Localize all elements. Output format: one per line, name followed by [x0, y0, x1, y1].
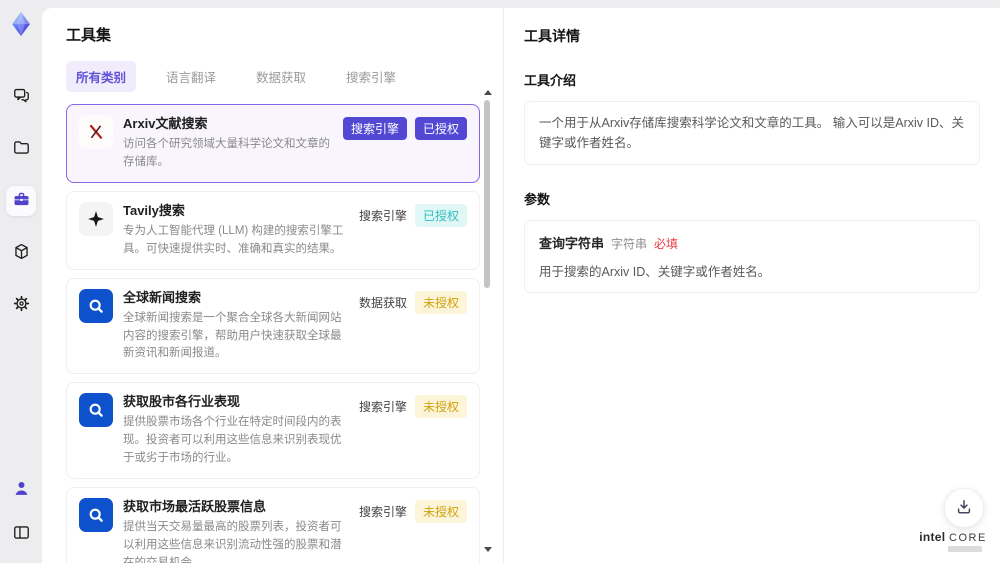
category-tag: 搜索引擎: [358, 400, 407, 415]
tool-desc: 专为人工智能代理 (LLM) 构建的搜索引擎工具。可快速提供实时、准确和真实的结…: [123, 225, 344, 255]
tool-card-stock-sectors[interactable]: 获取股市各行业表现 提供股票市场各个行业在特定时间段内的表现。投资者可以利用这些…: [66, 382, 480, 479]
tool-desc: 提供当天交易量最高的股票列表，投资者可以利用这些信息来识别流动性强的股票和潜在的…: [123, 521, 342, 563]
status-badge: 未授权: [414, 290, 467, 314]
left-rail: [0, 0, 42, 563]
tool-details-panel: 工具详情 工具介绍 一个用于从Arxiv存储库搜索科学论文和文章的工具。 输入可…: [503, 8, 1000, 563]
intel-core-sub-badge: [948, 546, 982, 552]
download-icon: [954, 497, 974, 520]
core-wordmark: core: [949, 532, 987, 544]
tool-details-title: 工具详情: [524, 28, 580, 44]
scrollbar-thumb[interactable]: [484, 100, 490, 288]
sidebar-item-profile[interactable]: [6, 475, 36, 505]
app-logo-icon: [7, 10, 35, 38]
status-badge: 已授权: [414, 203, 467, 227]
user-icon: [12, 479, 31, 501]
folder-icon: [12, 138, 31, 160]
tavily-star-icon: [79, 201, 113, 236]
status-badge: 未授权: [414, 499, 467, 523]
toolbox-icon: [12, 190, 31, 212]
tool-name: 全球新闻搜索: [123, 289, 202, 305]
news-search-icon: [79, 288, 113, 323]
page-title: 工具集: [66, 27, 112, 44]
tool-desc: 提供股票市场各个行业在特定时间段内的表现。投资者可以利用这些信息来识别表现优于或…: [123, 416, 342, 465]
intro-text: 一个用于从Arxiv存储库搜索科学论文和文章的工具。 输入可以是Arxiv ID…: [524, 101, 980, 165]
gear-icon: [12, 294, 31, 316]
category-tag: 数据获取: [358, 295, 407, 310]
download-button[interactable]: [944, 488, 984, 528]
tool-list: Arxiv文献搜索 访问各个研究领域大量科学论文和文章的存储库。 搜索引擎 已授…: [66, 104, 480, 563]
sidebar-item-packages[interactable]: [6, 238, 36, 268]
scroll-up-arrow[interactable]: [484, 90, 492, 95]
list-scrollbar[interactable]: [483, 90, 492, 552]
intel-wordmark: intel: [919, 530, 946, 544]
param-name: 查询字符串: [539, 236, 605, 251]
intel-core-logo: intel core: [918, 530, 988, 552]
tool-name: 获取市场最活跃股票信息: [123, 498, 267, 514]
status-badge: 未授权: [414, 395, 467, 419]
content-card: 工具集 所有类别 语言翻译 数据获取 搜索引擎 Arxiv文献搜索 访问各个研究…: [42, 8, 1000, 563]
param-type: 字符串: [611, 237, 648, 251]
tab-data-fetching[interactable]: 数据获取: [246, 61, 316, 92]
params-section-title: 参数: [524, 192, 551, 207]
tab-language-translation[interactable]: 语言翻译: [156, 61, 226, 92]
tool-name: 获取股市各行业表现: [123, 394, 241, 410]
intro-section-title: 工具介绍: [524, 73, 577, 88]
panel-toggle-icon: [12, 523, 31, 545]
tool-list-panel: 工具集 所有类别 语言翻译 数据获取 搜索引擎 Arxiv文献搜索 访问各个研究…: [42, 8, 503, 563]
tool-card-active-stocks[interactable]: 获取市场最活跃股票信息 提供当天交易量最高的股票列表，投资者可以利用这些信息来识…: [66, 486, 480, 563]
sidebar-item-collapse[interactable]: [6, 519, 36, 549]
category-tag: 搜索引擎: [342, 117, 407, 140]
tool-card-tavily[interactable]: Tavily搜索 专为人工智能代理 (LLM) 构建的搜索引擎工具。可快速提供实…: [66, 190, 480, 270]
param-required-badge: 必填: [654, 237, 679, 251]
tab-search-engine[interactable]: 搜索引擎: [336, 61, 406, 92]
tool-card-global-news[interactable]: 全球新闻搜索 全球新闻搜索是一个聚合全球各大新闻网站内容的搜索引擎，帮助用户快速…: [66, 277, 480, 375]
category-tag: 搜索引擎: [358, 208, 407, 223]
param-card: 查询字符串 字符串 必填 用于搜索的Arxiv ID、关键字或作者姓名。: [524, 220, 980, 293]
tool-name: Tavily搜索: [123, 202, 185, 218]
sidebar-item-chat[interactable]: [6, 82, 36, 112]
chat-icon: [12, 86, 31, 108]
sidebar-item-tools[interactable]: [6, 186, 36, 216]
arxiv-logo-icon: [79, 115, 113, 149]
tool-card-arxiv[interactable]: Arxiv文献搜索 访问各个研究领域大量科学论文和文章的存储库。 搜索引擎 已授…: [66, 104, 480, 183]
scroll-down-arrow[interactable]: [484, 547, 492, 552]
tool-desc: 全球新闻搜索是一个聚合全球各大新闻网站内容的搜索引擎，帮助用户快速获取全球最新资…: [123, 311, 342, 360]
stock-sector-icon: [79, 393, 113, 428]
tool-name: Arxiv文献搜索: [123, 116, 208, 131]
sidebar-item-settings[interactable]: [6, 290, 36, 320]
sidebar-item-files[interactable]: [6, 134, 36, 164]
package-icon: [12, 242, 31, 264]
category-tabs: 所有类别 语言翻译 数据获取 搜索引擎: [66, 61, 503, 92]
active-stocks-icon: [79, 497, 113, 532]
tab-all-categories[interactable]: 所有类别: [66, 61, 137, 92]
status-badge: 已授权: [414, 117, 467, 140]
param-desc: 用于搜索的Arxiv ID、关键字或作者姓名。: [539, 265, 771, 279]
tool-desc: 访问各个研究领域大量科学论文和文章的存储库。: [123, 138, 330, 168]
category-tag: 搜索引擎: [358, 504, 407, 519]
